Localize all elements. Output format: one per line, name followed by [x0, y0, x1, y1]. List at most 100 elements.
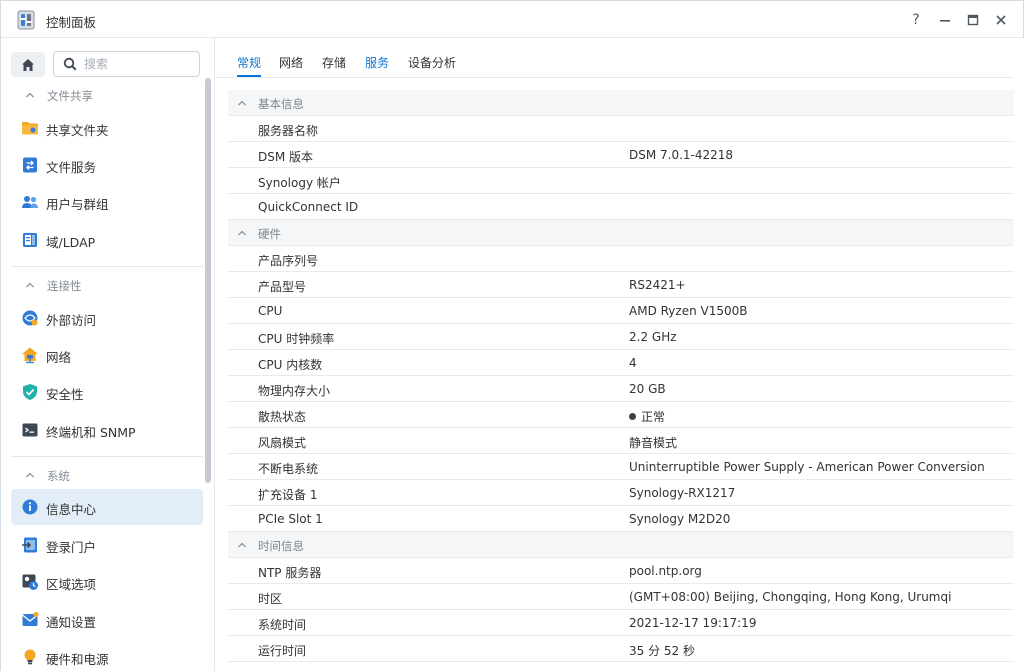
row-value: 35 分 52 秒: [629, 644, 695, 658]
row-key: 散热状态: [258, 410, 307, 424]
minimize-button[interactable]: [934, 9, 956, 31]
tab-services[interactable]: 服务: [365, 54, 389, 71]
row-value: Synology-RX1217: [629, 486, 736, 500]
sidebar-item-label: 通知设置: [46, 615, 97, 630]
row-key: 不断电系统: [258, 462, 319, 476]
chevron-up-icon: [26, 472, 34, 478]
sidebar-item-external-access[interactable]: 外部访问: [11, 300, 203, 336]
row-key: 服务器名称: [258, 124, 319, 138]
group-header-basic-info[interactable]: 基本信息: [228, 90, 1014, 116]
sidebar-item-notifications[interactable]: 通知设置: [11, 602, 203, 638]
section-label: 系统: [47, 469, 70, 483]
group-label: 时间信息: [258, 539, 304, 553]
minimize-icon: [940, 20, 950, 22]
table-row: 风扇模式 静音模式: [228, 428, 1014, 454]
maximize-button[interactable]: [962, 9, 984, 31]
folder-icon: [22, 122, 38, 135]
chevron-up-icon: [26, 92, 34, 98]
sidebar-item-label: 文件服务: [46, 160, 97, 175]
window-title: 控制面板: [46, 15, 97, 30]
control-panel-window: 控制面板 ? 文件共享: [0, 0, 1024, 671]
table-row: 产品型号 RS2421+: [228, 272, 1014, 298]
group-label: 硬件: [258, 227, 281, 241]
group-header-time-info[interactable]: 时间信息: [228, 532, 1014, 558]
row-key: CPU 时钟频率: [258, 332, 335, 346]
sidebar-divider: [11, 456, 203, 457]
sidebar-scrollbar[interactable]: [205, 78, 211, 483]
close-icon: [996, 15, 1006, 25]
sidebar-item-label: 安全性: [46, 387, 84, 402]
tab-device-analysis[interactable]: 设备分析: [408, 54, 456, 71]
tab-network[interactable]: 网络: [279, 54, 303, 71]
row-value: Synology M2D20: [629, 512, 731, 526]
section-system[interactable]: 系统: [1, 464, 203, 488]
home-button[interactable]: [11, 52, 45, 77]
table-row: PCIe Slot 1 Synology M2D20: [228, 506, 1014, 532]
table-row: 服务器名称: [228, 116, 1014, 142]
control-panel-app-icon: [17, 10, 35, 30]
table-row: 系统时间 2021-12-17 19:17:19: [228, 610, 1014, 636]
row-value: AMD Ryzen V1500B: [629, 304, 748, 318]
section-file-sharing[interactable]: 文件共享: [1, 84, 203, 108]
sidebar-item-regional-options[interactable]: 区域选项: [11, 564, 203, 600]
sidebar-item-hardware-power[interactable]: 硬件和电源: [11, 639, 203, 671]
row-key: 物理内存大小: [258, 384, 331, 398]
table-row: CPU 内核数 4: [228, 350, 1014, 376]
external-access-icon: [22, 310, 38, 326]
row-key: Synology 帐户: [258, 176, 341, 190]
sidebar-item-label: 域/LDAP: [46, 235, 96, 250]
sidebar-item-label: 用户与群组: [46, 197, 109, 212]
tab-storage[interactable]: 存储: [322, 54, 346, 71]
row-key: 产品型号: [258, 280, 307, 294]
sidebar-item-file-services[interactable]: 文件服务: [11, 147, 203, 183]
shield-icon: [23, 384, 37, 400]
row-value: 2021-12-17 19:17:19: [629, 616, 757, 630]
main-panel: 常规 网络 存储 服务 设备分析 基本信息 服务器名称 DSM 版本 DSM 7.…: [216, 38, 1024, 671]
search-input[interactable]: [84, 55, 194, 73]
table-row: 运行时间 35 分 52 秒: [228, 636, 1014, 662]
group-header-hardware[interactable]: 硬件: [228, 220, 1014, 246]
bulb-icon: [24, 649, 36, 665]
sidebar-item-users-groups[interactable]: 用户与群组: [11, 184, 203, 220]
info-table: 基本信息 服务器名称 DSM 版本 DSM 7.0.1-42218 Synolog…: [228, 90, 1014, 662]
sidebar-item-label: 区域选项: [46, 577, 97, 592]
login-portal-icon: [22, 537, 37, 553]
section-connectivity[interactable]: 连接性: [1, 274, 203, 298]
notification-icon: [22, 612, 39, 626]
search-box[interactable]: [53, 51, 200, 77]
domain-icon: [23, 233, 37, 247]
row-key: QuickConnect ID: [258, 200, 359, 214]
sidebar-item-domain-ldap[interactable]: 域/LDAP: [11, 222, 203, 258]
row-value: 静音模式: [629, 436, 678, 450]
sidebar-item-shared-folder[interactable]: 共享文件夹: [11, 110, 203, 146]
help-button[interactable]: ?: [905, 9, 927, 31]
row-key: 运行时间: [258, 644, 307, 658]
row-value: 4: [629, 356, 637, 370]
table-row: 散热状态 正常: [228, 402, 1014, 428]
row-value: 20 GB: [629, 382, 666, 396]
info-icon: [22, 499, 38, 515]
row-key: NTP 服务器: [258, 566, 322, 580]
sidebar-item-info-center[interactable]: 信息中心: [11, 489, 203, 525]
table-row: 时区 (GMT+08:00) Beijing, Chongqing, Hong K…: [228, 584, 1014, 610]
thermal-status: 正常: [629, 408, 665, 425]
chevron-up-icon: [238, 230, 246, 236]
row-value: 2.2 GHz: [629, 330, 677, 344]
sidebar-item-terminal-snmp[interactable]: 终端机和 SNMP: [11, 412, 203, 448]
sidebar-item-login-portal[interactable]: 登录门户: [11, 527, 203, 563]
section-label: 文件共享: [47, 89, 93, 103]
network-icon: [22, 347, 38, 364]
chevron-up-icon: [26, 282, 34, 288]
sidebar-item-network[interactable]: 网络: [11, 337, 203, 373]
status-dot-icon: [629, 413, 636, 420]
row-value: pool.ntp.org: [629, 564, 702, 578]
help-icon: ?: [912, 12, 920, 28]
title-bar: 控制面板 ?: [1, 1, 1023, 38]
row-key: 时区: [258, 592, 283, 606]
table-row: Synology 帐户: [228, 168, 1014, 194]
close-button[interactable]: [990, 9, 1012, 31]
sidebar-item-label: 信息中心: [46, 502, 97, 517]
sidebar-item-label: 共享文件夹: [46, 123, 109, 138]
tab-general[interactable]: 常规: [237, 54, 262, 77]
sidebar-item-security[interactable]: 安全性: [11, 374, 203, 410]
